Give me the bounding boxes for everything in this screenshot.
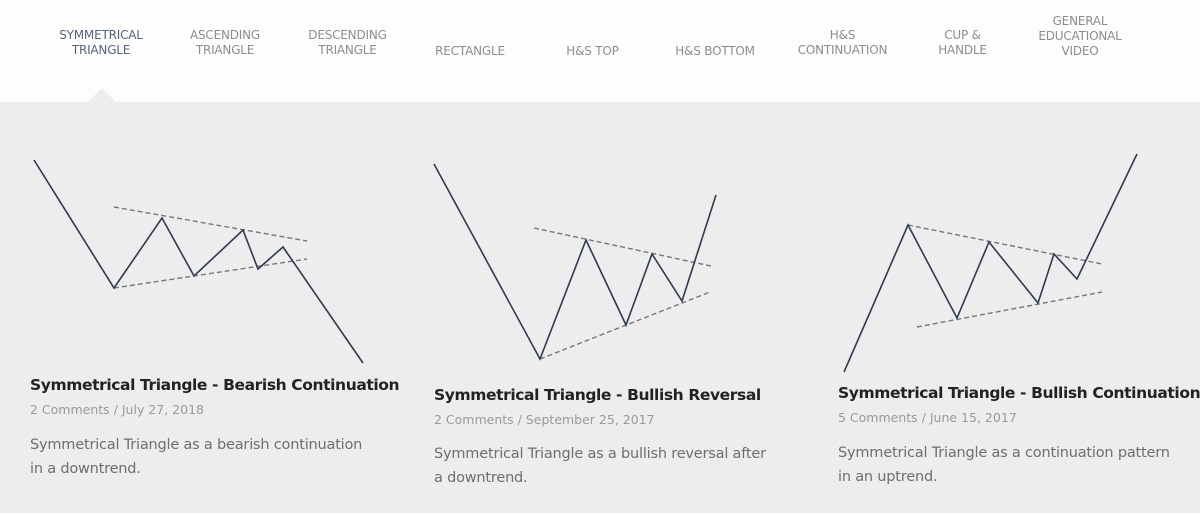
tab-label: H&S TOP bbox=[566, 43, 619, 58]
upper-trendline bbox=[907, 224, 1103, 265]
tab-label: HANDLE bbox=[938, 43, 987, 57]
post-card: Symmetrical Triangle - Bullish Reversal … bbox=[400, 102, 800, 513]
post-card: Symmetrical Triangle - Bullish Continuat… bbox=[800, 102, 1200, 513]
tab-rectangle[interactable]: RECTANGLE bbox=[420, 0, 520, 102]
bearish-continuation-chart-illustration[interactable] bbox=[0, 102, 400, 372]
meta-separator: / bbox=[109, 402, 122, 417]
tab-label: H&S bbox=[829, 28, 856, 42]
price-line bbox=[33, 159, 364, 364]
post-excerpt: Symmetrical Triangle as a bearish contin… bbox=[30, 437, 363, 477]
post-excerpt: Symmetrical Triangle as a continuation p… bbox=[838, 445, 1170, 485]
comments-link[interactable]: 5 Comments bbox=[838, 410, 918, 425]
bullish-reversal-chart-illustration[interactable] bbox=[400, 102, 800, 372]
meta-separator: / bbox=[513, 412, 526, 427]
post-title-link[interactable]: Symmetrical Triangle - Bearish Continuat… bbox=[30, 376, 400, 394]
upper-trendline bbox=[113, 206, 308, 242]
tab-label: CONTINUATION bbox=[797, 43, 888, 57]
bullish-continuation-chart-illustration[interactable] bbox=[800, 102, 1200, 382]
tab-label: TRIANGLE bbox=[195, 43, 255, 57]
lower-trendline bbox=[113, 258, 308, 289]
comments-link[interactable]: 2 Comments bbox=[434, 412, 514, 427]
pattern-tab-bar: SYMMETRICAL TRIANGLE ASCENDING TRIANGLE … bbox=[0, 0, 1200, 102]
active-tab-pointer bbox=[88, 88, 116, 102]
post-meta: 2 Comments / September 25, 2017 bbox=[434, 412, 655, 427]
tab-symmetrical-triangle[interactable]: SYMMETRICAL TRIANGLE bbox=[45, 0, 157, 102]
comments-link[interactable]: 2 Comments bbox=[30, 402, 110, 417]
lower-trendline bbox=[539, 291, 711, 360]
tab-label: TRIANGLE bbox=[318, 43, 377, 57]
post-title-link[interactable]: Symmetrical Triangle - Bullish Reversal bbox=[434, 386, 761, 404]
tab-descending-triangle[interactable]: DESCENDING TRIANGLE bbox=[290, 0, 405, 102]
tab-label: TRIANGLE bbox=[71, 43, 131, 57]
price-line bbox=[433, 163, 717, 361]
tab-label: H&S BOTTOM bbox=[675, 43, 755, 58]
tab-label: CUP & bbox=[944, 28, 981, 42]
post-card: Symmetrical Triangle - Bearish Continuat… bbox=[0, 102, 400, 513]
post-meta: 5 Comments / June 15, 2017 bbox=[838, 410, 1017, 425]
tab-cup-and-handle[interactable]: CUP & HANDLE bbox=[920, 0, 1005, 102]
tab-label: VIDEO bbox=[1061, 43, 1099, 58]
lower-trendline bbox=[916, 291, 1103, 328]
post-meta: 2 Comments / July 27, 2018 bbox=[30, 402, 204, 417]
post-date: July 27, 2018 bbox=[121, 402, 204, 417]
price-line bbox=[843, 153, 1138, 373]
upper-trendline bbox=[533, 227, 712, 267]
tab-label: EDUCATIONAL bbox=[1038, 28, 1122, 43]
post-date: September 25, 2017 bbox=[525, 412, 655, 427]
tab-hs-top[interactable]: H&S TOP bbox=[545, 0, 640, 102]
tab-label: GENERAL bbox=[1052, 13, 1108, 28]
tab-hs-bottom[interactable]: H&S BOTTOM bbox=[660, 0, 770, 102]
tab-general-educational-video[interactable]: GENERAL EDUCATIONAL VIDEO bbox=[1025, 0, 1135, 102]
tab-label: SYMMETRICAL bbox=[59, 28, 143, 42]
tab-label: DESCENDING bbox=[308, 28, 387, 42]
meta-separator: / bbox=[917, 410, 930, 425]
tab-label: RECTANGLE bbox=[435, 43, 505, 58]
tab-hs-continuation[interactable]: H&S CONTINUATION bbox=[785, 0, 900, 102]
tab-ascending-triangle[interactable]: ASCENDING TRIANGLE bbox=[170, 0, 280, 102]
post-title-link[interactable]: Symmetrical Triangle - Bullish Continuat… bbox=[838, 384, 1200, 402]
tab-label: ASCENDING bbox=[189, 28, 261, 42]
post-excerpt: Symmetrical Triangle as a bullish revers… bbox=[434, 446, 766, 486]
post-date: June 15, 2017 bbox=[929, 410, 1017, 425]
